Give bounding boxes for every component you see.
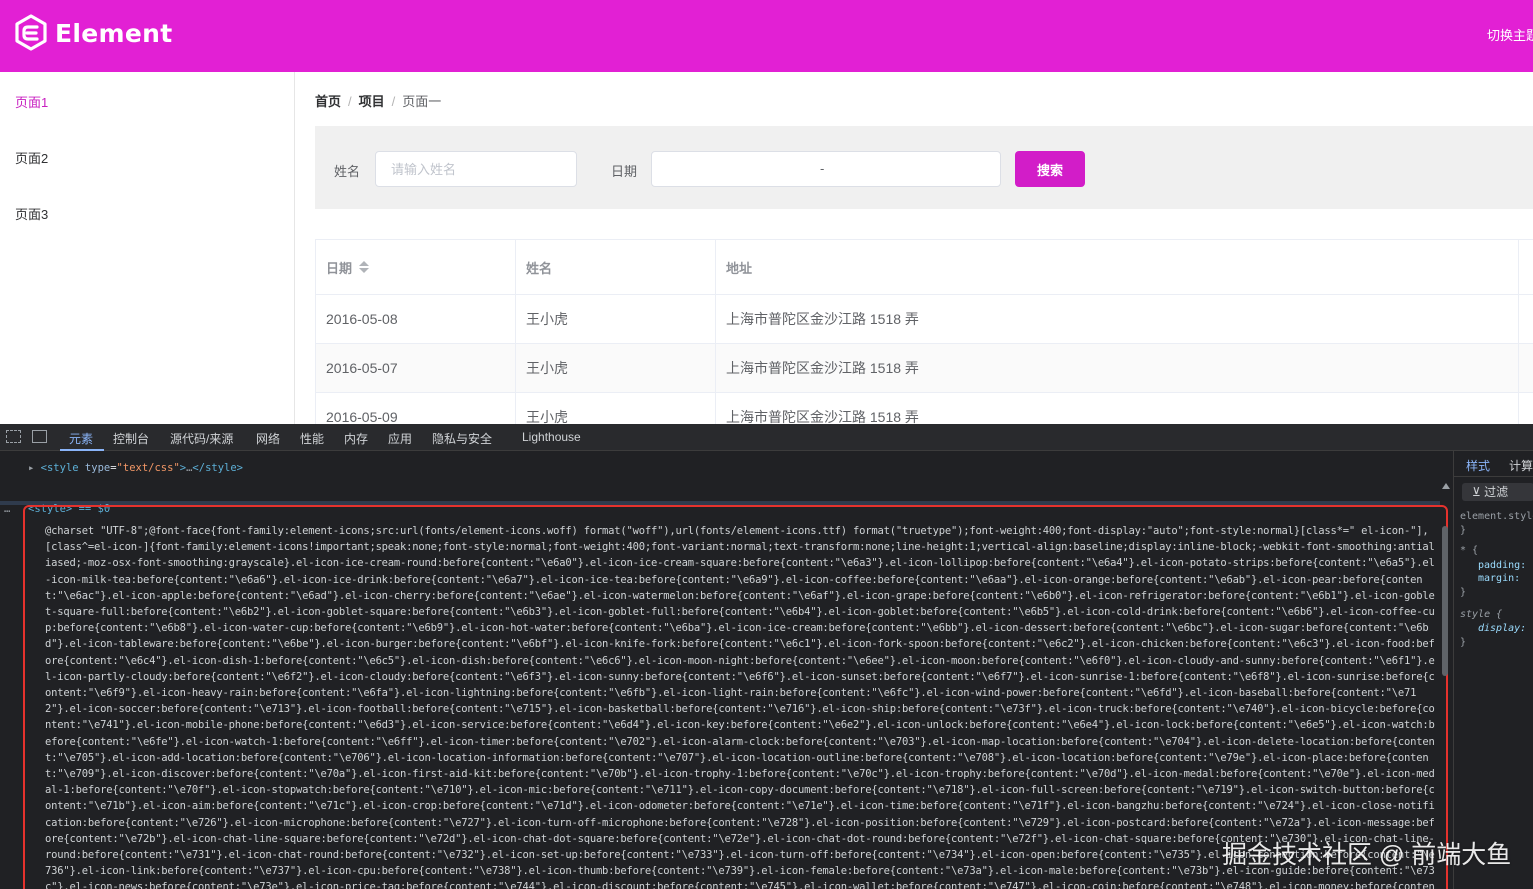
search-button[interactable]: 搜索 (1015, 151, 1085, 187)
tab-sources[interactable]: 源代码/来源 (170, 430, 233, 447)
tab-elements[interactable]: 元素 (69, 430, 93, 447)
date-range-picker[interactable]: - (651, 151, 1001, 187)
cell-address: 上海市普陀区金沙江路 1518 弄 (716, 393, 1519, 424)
search-form: 姓名 日期 - 搜索 (315, 126, 1533, 209)
element-logo-icon (15, 14, 47, 51)
cell-address: 上海市普陀区金沙江路 1518 弄 (716, 344, 1519, 392)
sidebar-item-page3[interactable]: 页面3 (15, 204, 48, 223)
name-label: 姓名 (334, 164, 361, 179)
sidebar-item-page1[interactable]: 页面1 (15, 92, 48, 111)
filter-icon: ⊻ (1472, 485, 1485, 499)
scroll-up-icon[interactable] (1442, 483, 1450, 489)
column-header-extra (1519, 240, 1533, 294)
style-rule-line: } (1460, 587, 1467, 598)
table-row[interactable]: 2016-05-08 王小虎 上海市普陀区金沙江路 1518 弄 (316, 295, 1533, 344)
column-header-label: 日期 (326, 260, 353, 276)
theme-switch-button[interactable]: 切换主题 (1487, 25, 1533, 44)
elements-tree: ▸ <style type="text/css">…</style> … <st… (0, 451, 1453, 889)
date-label: 日期 (611, 164, 638, 179)
style-rule-line: } (1460, 637, 1467, 648)
filter-label: 过滤 (1484, 485, 1509, 499)
logo-text: Element (55, 18, 173, 48)
name-input[interactable] (375, 151, 577, 187)
devtools-panel: 元素 控制台 源代码/来源 网络 性能 内存 应用 隐私与安全 Lighthou… (0, 424, 1533, 889)
cell-date: 2016-05-09 (316, 393, 516, 424)
breadcrumb-separator: / (348, 94, 352, 109)
scrollbar-thumb[interactable] (1442, 526, 1448, 676)
attr-value: "text/css" (116, 462, 180, 474)
tag-close: </style> (192, 462, 243, 474)
breadcrumb-project[interactable]: 项目 (359, 94, 385, 109)
cell-name: 王小虎 (516, 393, 716, 424)
tab-privacy-security[interactable]: 隐私与安全 (432, 430, 492, 447)
style-rule-line: display: (1478, 623, 1527, 634)
sidebar: 页面1 页面2 页面3 (0, 72, 295, 424)
cell-date: 2016-05-07 (316, 344, 516, 392)
column-header-date[interactable]: 日期 (316, 240, 516, 294)
cell-extra (1519, 344, 1533, 392)
cell-name: 王小虎 (516, 344, 716, 392)
tab-lighthouse[interactable]: Lighthouse (522, 430, 581, 444)
selected-row-highlight (0, 501, 1440, 505)
selected-style-node[interactable]: <style> == $0 (28, 503, 110, 515)
table-header-row: 日期 姓名 地址 (316, 240, 1533, 295)
attr-name: type (84, 462, 111, 474)
tab-memory[interactable]: 内存 (344, 430, 368, 447)
expand-arrow-icon[interactable]: ▸ (28, 462, 34, 474)
style-element-node[interactable]: ▸ <style type="text/css">…</style> (28, 462, 243, 474)
styles-tabs: 样式 计算 (1454, 451, 1533, 477)
tag-open: <style (40, 462, 79, 474)
logo[interactable]: Element (14, 14, 172, 52)
date-range-separator: - (820, 161, 825, 176)
devtools-toolbar: 元素 控制台 源代码/来源 网络 性能 内存 应用 隐私与安全 Lighthou… (0, 424, 1533, 451)
cell-date: 2016-05-08 (316, 295, 516, 343)
breadcrumb-current: 页面一 (402, 94, 442, 109)
breadcrumb: 首页 / 项目 / 页面一 (315, 91, 441, 110)
selected-node-dots: … (4, 503, 11, 515)
sort-icon[interactable] (359, 261, 370, 273)
style-rule-line: * { (1460, 545, 1479, 556)
styles-pane: 样式 计算 ⊻ 过滤 element.style } * { padding: … (1453, 451, 1533, 889)
cell-name: 王小虎 (516, 295, 716, 343)
tab-styles[interactable]: 样式 (1466, 457, 1490, 474)
style-rule-line: } (1460, 525, 1467, 536)
tab-console[interactable]: 控制台 (113, 430, 149, 447)
style-rule-line: padding: (1478, 560, 1527, 571)
watermark: 掘金技术社区 @ 前端大鱼 (1222, 841, 1512, 869)
breadcrumb-separator: / (391, 94, 396, 109)
cell-extra (1519, 393, 1533, 424)
breadcrumb-home[interactable]: 首页 (315, 94, 341, 109)
styles-filter-input[interactable]: ⊻ 过滤 (1462, 483, 1533, 501)
style-rule-line: element.style (1460, 511, 1533, 522)
cell-address: 上海市普陀区金沙江路 1518 弄 (716, 295, 1519, 343)
column-header-name: 姓名 (516, 240, 716, 294)
data-table: 日期 姓名 地址 2016-05-08 王小虎 上海市普陀区金沙江路 1518 … (315, 239, 1533, 424)
table-row[interactable]: 2016-05-07 王小虎 上海市普陀区金沙江路 1518 弄 (316, 344, 1533, 393)
app-header: Element 切换主题 (0, 0, 1533, 72)
table-row[interactable]: 2016-05-09 王小虎 上海市普陀区金沙江路 1518 弄 (316, 393, 1533, 424)
style-rule-line: style { (1460, 609, 1503, 620)
tab-computed[interactable]: 计算 (1509, 457, 1533, 474)
inspect-element-icon[interactable] (6, 430, 21, 443)
tab-network[interactable]: 网络 (256, 430, 280, 447)
column-header-address: 地址 (716, 240, 1519, 294)
sidebar-item-page2[interactable]: 页面2 (15, 148, 48, 167)
device-toolbar-icon[interactable] (32, 430, 47, 443)
cell-extra (1519, 295, 1533, 343)
tab-application[interactable]: 应用 (388, 430, 412, 447)
style-rule-line: margin: (1478, 573, 1521, 584)
tab-performance[interactable]: 性能 (300, 430, 324, 447)
